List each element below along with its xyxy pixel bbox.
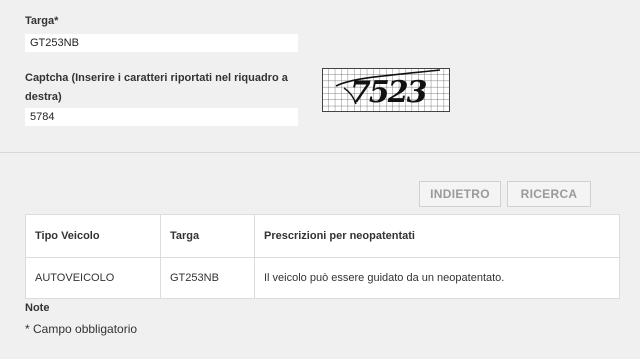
results-table: Tipo Veicolo Targa Prescrizioni per neop… <box>25 214 620 299</box>
captcha-image-text: 7523 <box>350 75 427 110</box>
captcha-label-line1: Captcha (Inserire i caratteri riportati … <box>25 72 288 84</box>
captcha-label-line2: destra) <box>25 91 62 103</box>
back-button[interactable]: INDIETRO <box>419 181 501 207</box>
cell-tipo-veicolo: AUTOVEICOLO <box>25 257 161 299</box>
cell-prescrizioni: Il veicolo può essere guidato da un neop… <box>254 257 620 299</box>
section-divider <box>0 152 640 153</box>
table-header-row: Tipo Veicolo Targa Prescrizioni per neop… <box>25 214 620 258</box>
captcha-image: 7523 <box>322 68 450 112</box>
captcha-input[interactable] <box>25 108 298 126</box>
targa-input[interactable] <box>25 34 298 52</box>
header-targa: Targa <box>160 214 255 258</box>
search-form: Targa* Captcha (Inserire i caratteri rip… <box>0 0 640 152</box>
search-button[interactable]: RICERCA <box>507 181 591 207</box>
header-prescrizioni: Prescrizioni per neopatentati <box>254 214 620 258</box>
captcha-label: Captcha (Inserire i caratteri riportati … <box>25 69 288 107</box>
header-tipo-veicolo: Tipo Veicolo <box>25 214 161 258</box>
table-row: AUTOVEICOLO GT253NB Il veicolo può esser… <box>25 257 620 299</box>
cell-targa: GT253NB <box>160 257 255 299</box>
notes-title: Note <box>25 302 50 314</box>
targa-label: Targa* <box>25 15 59 27</box>
required-field-note: * Campo obbligatorio <box>25 322 138 336</box>
